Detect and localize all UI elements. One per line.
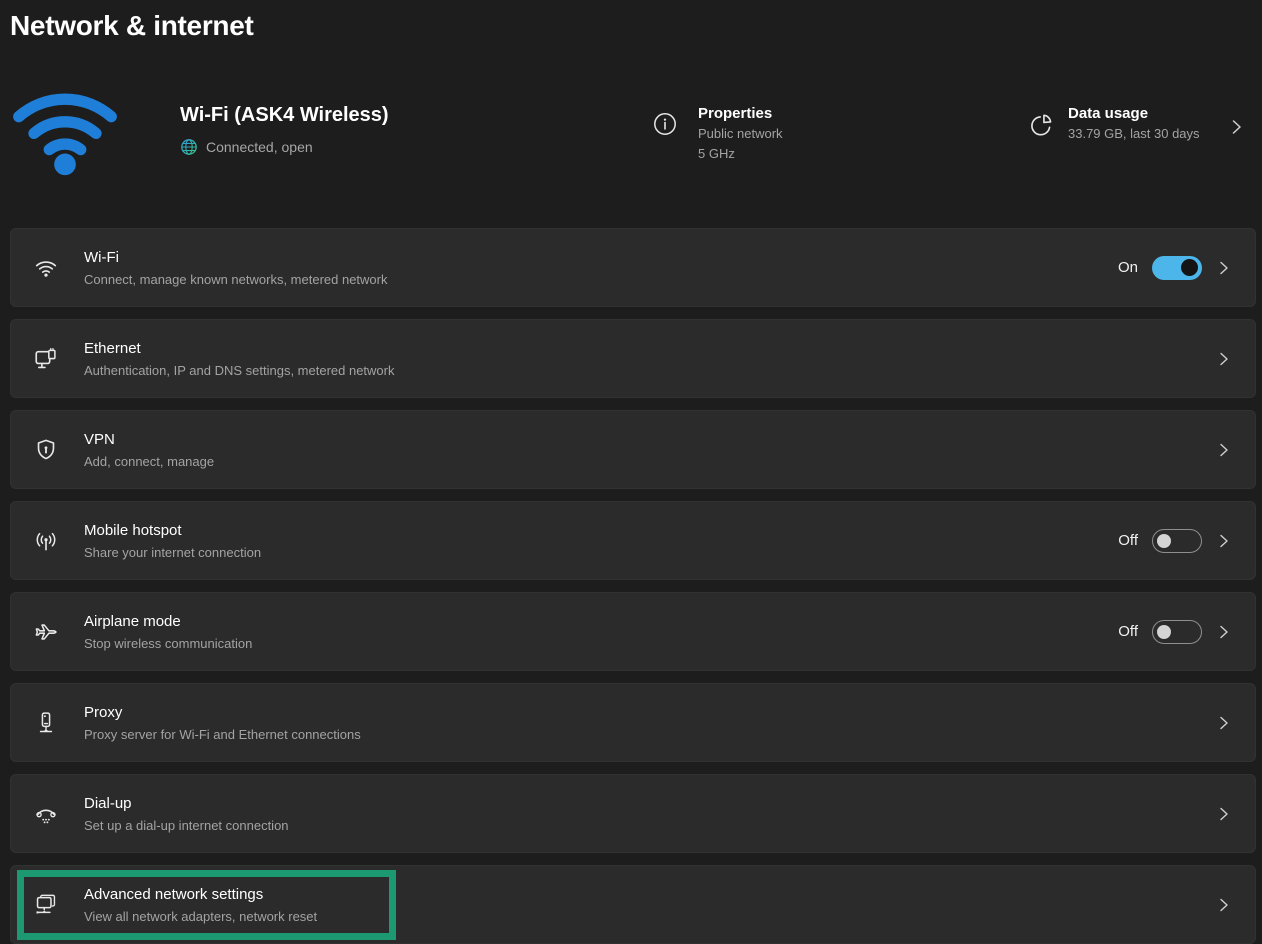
chevron-right-icon	[1217, 896, 1231, 914]
dialup-icon	[33, 801, 59, 827]
properties-title: Properties	[698, 103, 783, 124]
toggle-state-label: Off	[1118, 532, 1138, 549]
airplane-icon	[33, 619, 59, 645]
proxy-icon	[33, 710, 59, 736]
connection-title: Wi-Fi (ASK4 Wireless)	[180, 104, 389, 127]
row-title: Advanced network settings	[84, 885, 317, 904]
wifi-hero-icon	[6, 68, 124, 186]
settings-list: Wi-Fi Connect, manage known networks, me…	[10, 228, 1256, 944]
chevron-right-icon	[1217, 714, 1231, 732]
ethernet-icon	[33, 346, 59, 372]
pie-chart-icon	[1028, 112, 1054, 138]
chevron-right-icon	[1229, 117, 1244, 137]
mobile-hotspot-toggle[interactable]	[1152, 529, 1202, 553]
row-subtitle: Share your internet connection	[84, 544, 261, 561]
row-subtitle: Authentication, IP and DNS settings, met…	[84, 362, 394, 379]
row-subtitle: View all network adapters, network reset	[84, 908, 317, 925]
row-title: Proxy	[84, 703, 361, 722]
vpn-shield-icon	[33, 437, 59, 463]
data-usage-link[interactable]: Data usage 33.79 GB, last 30 days	[1028, 103, 1200, 144]
wifi-icon	[33, 255, 59, 281]
row-title: Airplane mode	[84, 612, 252, 631]
toggle-state-label: Off	[1118, 623, 1138, 640]
wifi-band: 5 GHz	[698, 144, 783, 164]
settings-row-advanced-network[interactable]: Advanced network settings View all netwo…	[10, 865, 1256, 944]
page-title: Network & internet	[10, 10, 254, 42]
settings-row-wifi[interactable]: Wi-Fi Connect, manage known networks, me…	[10, 228, 1256, 307]
settings-row-mobile-hotspot[interactable]: Mobile hotspot Share your internet conne…	[10, 501, 1256, 580]
row-title: Mobile hotspot	[84, 521, 261, 540]
airplane-mode-toggle[interactable]	[1152, 620, 1202, 644]
properties-link[interactable]: Properties Public network 5 GHz	[653, 103, 783, 164]
row-title: Ethernet	[84, 339, 394, 358]
settings-row-ethernet[interactable]: Ethernet Authentication, IP and DNS sett…	[10, 319, 1256, 398]
chevron-right-icon	[1217, 259, 1231, 277]
network-type: Public network	[698, 124, 783, 144]
chevron-right-icon	[1217, 441, 1231, 459]
data-usage-value: 33.79 GB, last 30 days	[1068, 124, 1200, 144]
row-title: Wi-Fi	[84, 248, 388, 267]
network-internet-settings-page: Network & internet Wi-Fi (ASK4 Wireless)	[0, 0, 1262, 944]
wifi-toggle[interactable]	[1152, 256, 1202, 280]
row-subtitle: Add, connect, manage	[84, 453, 214, 470]
settings-row-dialup[interactable]: Dial-up Set up a dial-up internet connec…	[10, 774, 1256, 853]
row-title: VPN	[84, 430, 214, 449]
row-subtitle: Stop wireless communication	[84, 635, 252, 652]
advanced-network-icon	[33, 892, 59, 918]
settings-row-vpn[interactable]: VPN Add, connect, manage	[10, 410, 1256, 489]
connection-status: Connected, open	[206, 139, 313, 155]
row-subtitle: Proxy server for Wi-Fi and Ethernet conn…	[84, 726, 361, 743]
toggle-state-label: On	[1118, 259, 1138, 276]
chevron-right-icon	[1217, 805, 1231, 823]
data-usage-title: Data usage	[1068, 103, 1200, 124]
settings-row-airplane-mode[interactable]: Airplane mode Stop wireless communicatio…	[10, 592, 1256, 671]
row-subtitle: Connect, manage known networks, metered …	[84, 271, 388, 288]
settings-row-proxy[interactable]: Proxy Proxy server for Wi-Fi and Etherne…	[10, 683, 1256, 762]
globe-icon	[180, 138, 198, 156]
chevron-right-icon	[1217, 623, 1231, 641]
chevron-right-icon	[1217, 532, 1231, 550]
row-subtitle: Set up a dial-up internet connection	[84, 817, 289, 834]
chevron-right-icon	[1217, 350, 1231, 368]
mobile-hotspot-icon	[33, 528, 59, 554]
row-title: Dial-up	[84, 794, 289, 813]
info-icon	[653, 112, 677, 136]
